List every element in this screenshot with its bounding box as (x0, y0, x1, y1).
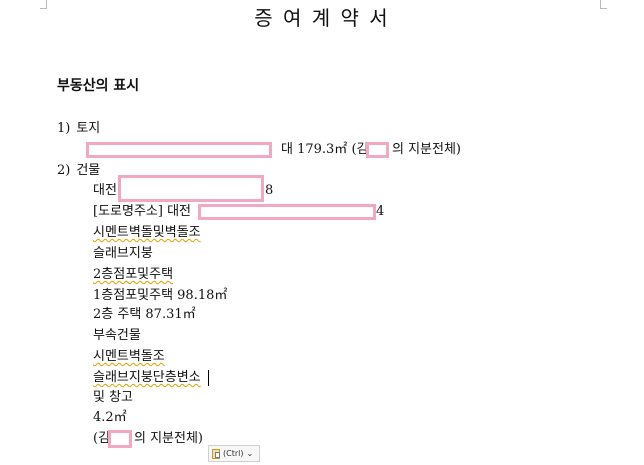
land-number: 1) (57, 121, 71, 136)
land-detail-end: 의 지분전체) (392, 142, 462, 157)
clipboard-icon (212, 448, 220, 459)
building-structure: 시멘트벽돌및벽돌조 (93, 225, 201, 240)
annex-structure: 시멘트벽돌조 (93, 349, 165, 364)
section-heading: 부동산의 표시 (57, 78, 140, 94)
paste-options-button[interactable]: (Ctrl) ⌄ (208, 445, 260, 462)
road-address-prefix: [도로명주소] 대전 (93, 204, 191, 219)
annex-heading: 부속건물 (93, 328, 141, 343)
building-floor2: 2층 주택 87.31㎡ (93, 307, 196, 322)
land-label: 토지 (76, 121, 101, 136)
building-label: 건물 (76, 163, 101, 178)
redacted-land-address (86, 142, 272, 158)
building-number: 2) (57, 163, 71, 178)
road-address-suffix: 4 (376, 204, 385, 219)
annex-area: 4.2㎡ (93, 410, 127, 425)
document-page[interactable]: 증 여 계 약 서 부동산의 표시 1) 토지 대 179.3㎡ (김 의 지분전… (0, 0, 644, 465)
annex-use: 및 창고 (93, 390, 134, 405)
building-heading-line: 2) 건물 (57, 162, 100, 180)
paste-options-label: (Ctrl) (223, 449, 244, 458)
land-detail-line: 대 179.3㎡ (김 (281, 141, 368, 159)
document-title: 증 여 계 약 서 (254, 6, 390, 30)
land-detail: 대 179.3㎡ (김 (281, 142, 369, 157)
redacted-land-owner (366, 142, 389, 158)
land-heading-line: 1) 토지 (57, 120, 100, 138)
chevron-down-icon: ⌄ (246, 449, 254, 458)
building-address-suffix: 8 (265, 183, 274, 198)
building-address-prefix: 대전 (93, 183, 117, 198)
redacted-share-owner (108, 430, 132, 448)
building-floor1: 1층점포및주택 98.18㎡ (93, 288, 228, 303)
land-detail-end-line: 의 지분전체) (392, 141, 461, 159)
building-floors: 2층점포및주택 (93, 267, 174, 282)
redacted-road-address (198, 204, 376, 220)
building-roof: 슬래브지붕 (93, 246, 153, 261)
redacted-building-address (118, 175, 264, 202)
share-suffix: 의 지분전체) (134, 431, 204, 446)
annex-roof: 슬래브지붕단층변소 (93, 370, 201, 385)
text-cursor (208, 370, 209, 386)
